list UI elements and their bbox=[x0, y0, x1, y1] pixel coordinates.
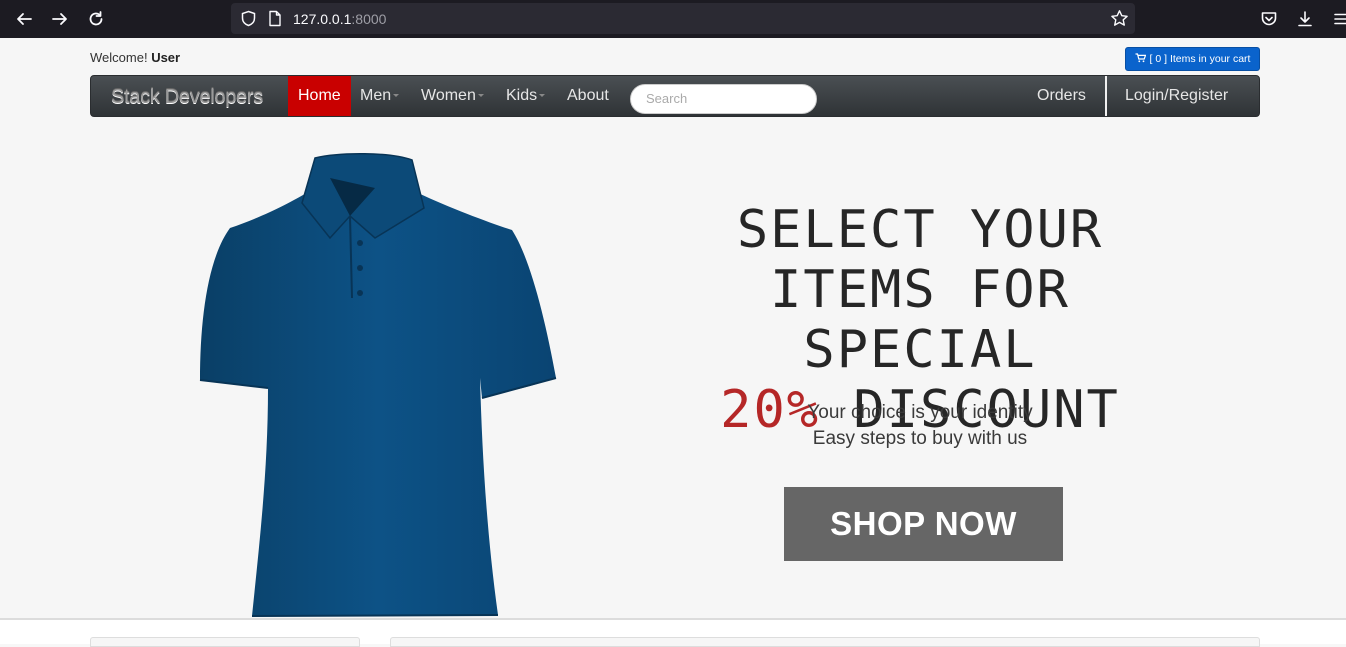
main-navbar: Stack Developers Home Men Women Kids Abo… bbox=[90, 75, 1260, 117]
back-arrow-icon[interactable] bbox=[13, 8, 35, 30]
caret-down-icon bbox=[539, 94, 546, 98]
caret-down-icon bbox=[477, 94, 484, 98]
nav-women[interactable]: Women bbox=[421, 76, 484, 116]
nav-login-register[interactable]: Login/Register bbox=[1125, 76, 1228, 116]
tracking-shield-icon[interactable] bbox=[240, 10, 257, 32]
search-input[interactable]: Search bbox=[630, 84, 817, 114]
page-info-icon[interactable] bbox=[268, 10, 282, 32]
page-content: Welcome! User [ 0 ] Items in your cart S… bbox=[0, 38, 1346, 647]
cart-icon bbox=[1135, 52, 1146, 66]
nav-kids[interactable]: Kids bbox=[506, 76, 546, 116]
nav-about[interactable]: About bbox=[567, 76, 609, 116]
main-panel bbox=[390, 637, 1260, 647]
welcome-user: User bbox=[151, 50, 181, 65]
menu-hamburger-icon[interactable] bbox=[1330, 8, 1346, 30]
bookmark-star-icon[interactable] bbox=[1110, 9, 1129, 33]
pocket-icon[interactable] bbox=[1258, 8, 1280, 30]
downloads-icon[interactable] bbox=[1294, 8, 1316, 30]
hero-line-2: ITEMS FOR SPECIAL bbox=[770, 260, 1070, 380]
polo-shirt-image bbox=[190, 148, 570, 623]
caret-down-icon bbox=[393, 94, 400, 98]
url-text: 127.0.0.1:8000 bbox=[293, 11, 387, 27]
address-bar[interactable]: 127.0.0.1:8000 bbox=[231, 3, 1135, 34]
brand-logo[interactable]: Stack Developers bbox=[111, 86, 263, 109]
browser-toolbar: 127.0.0.1:8000 bbox=[0, 0, 1346, 38]
shop-now-button[interactable]: SHOP NOW bbox=[784, 487, 1063, 561]
hero-line-1: SELECT YOUR bbox=[736, 200, 1104, 260]
nav-divider bbox=[1105, 76, 1107, 116]
cart-label: [ 0 ] Items in your cart bbox=[1149, 53, 1251, 65]
nav-orders[interactable]: Orders bbox=[1037, 76, 1086, 116]
welcome-text: Welcome! User bbox=[90, 50, 181, 65]
reload-icon[interactable] bbox=[85, 8, 107, 30]
forward-arrow-icon[interactable] bbox=[49, 8, 71, 30]
nav-men[interactable]: Men bbox=[360, 76, 400, 116]
nav-home[interactable]: Home bbox=[288, 76, 351, 116]
cart-button[interactable]: [ 0 ] Items in your cart bbox=[1125, 47, 1260, 71]
hero-subtitle: Your choice is your identity Easy steps … bbox=[807, 402, 1033, 449]
sidebar-panel bbox=[90, 637, 360, 647]
